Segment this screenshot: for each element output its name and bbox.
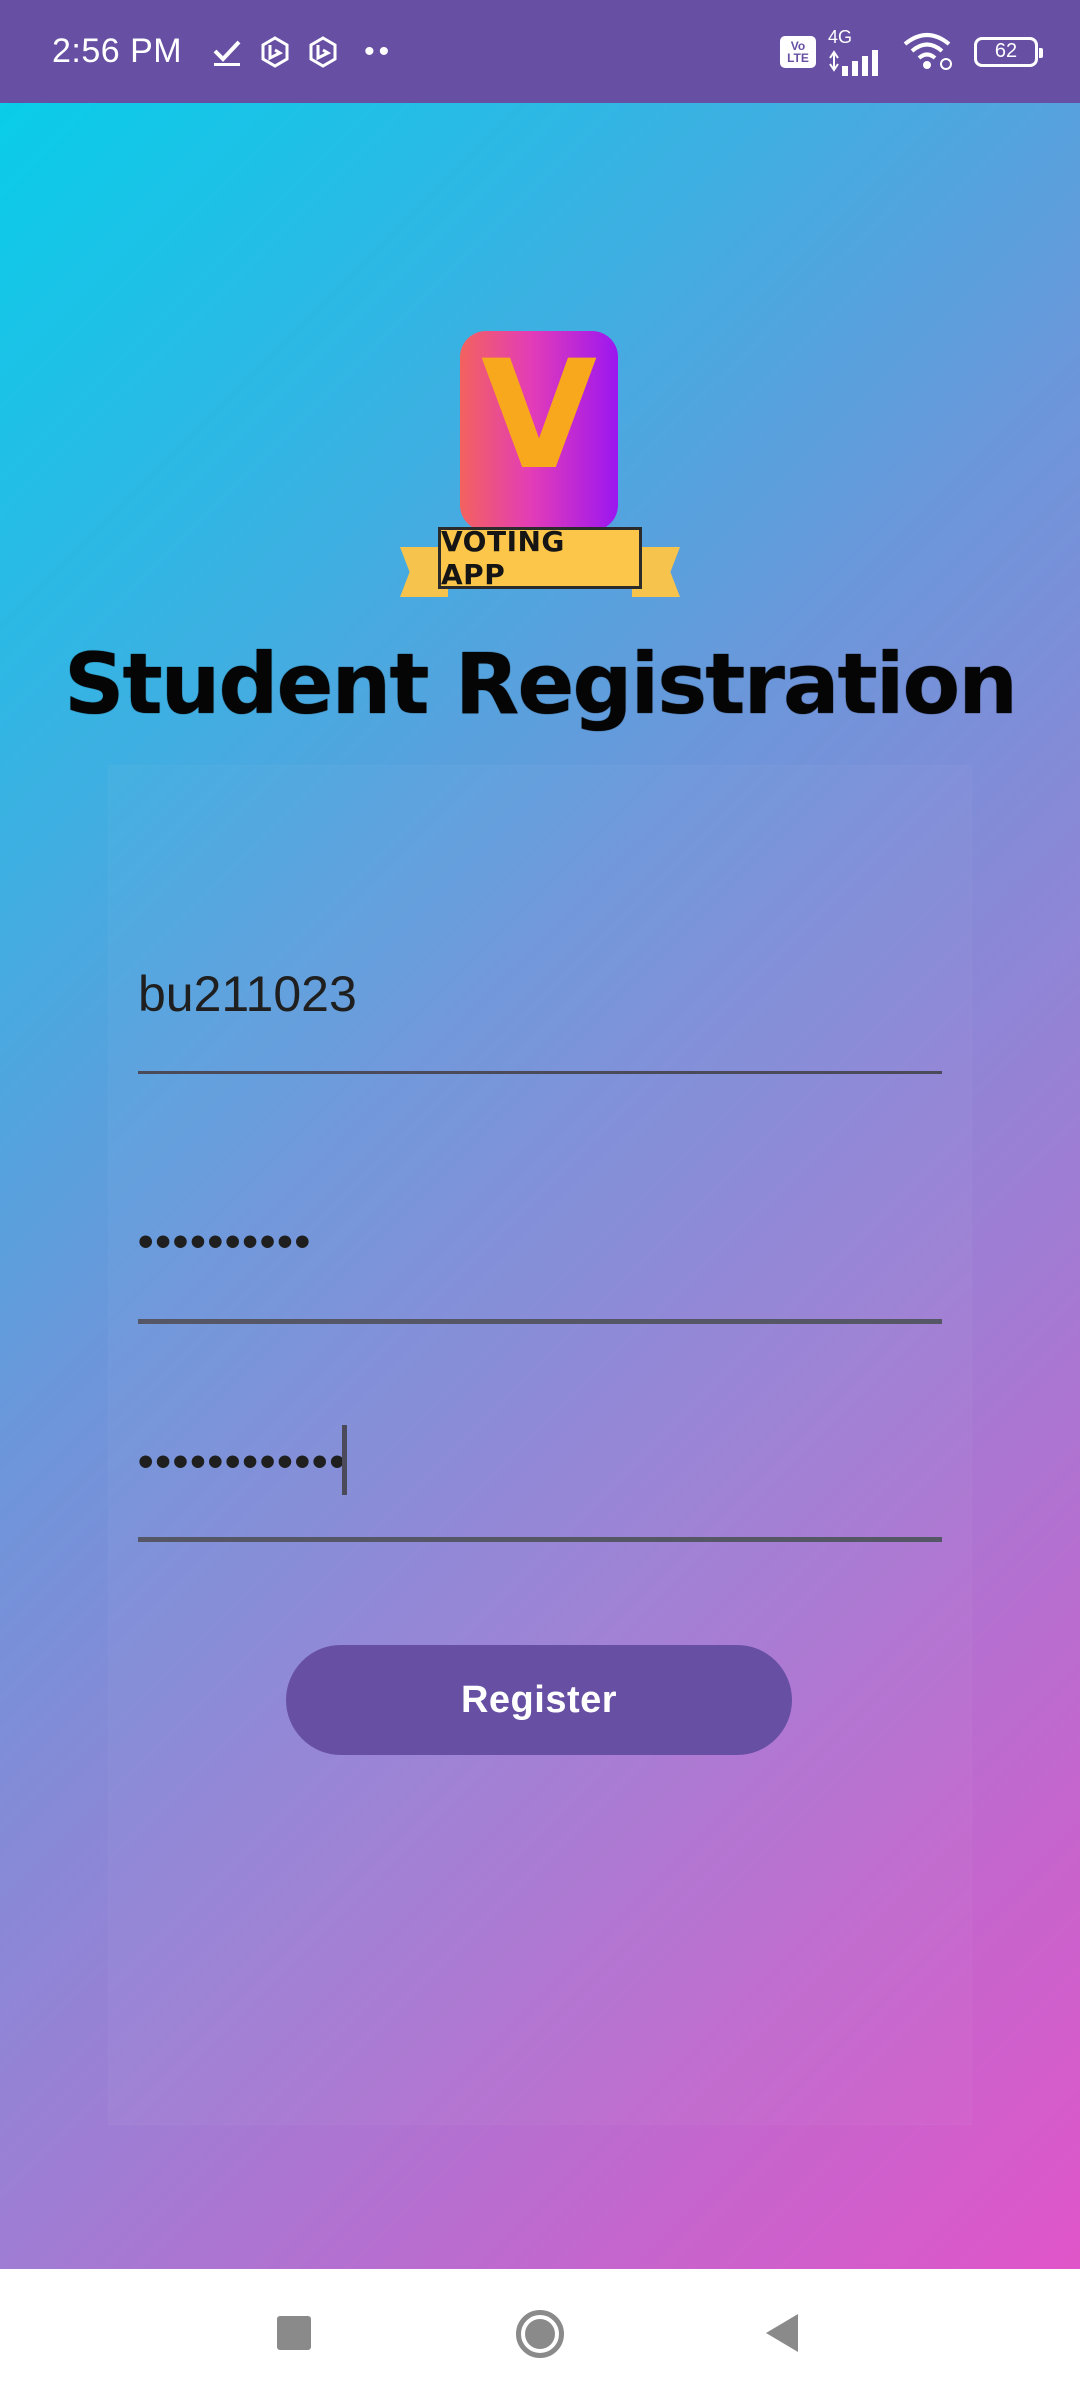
bing-icon [260, 35, 290, 68]
volte-bottom-label: LTE [787, 50, 809, 65]
voting-app-logo: V VOTING APP [400, 331, 680, 607]
recents-button[interactable] [276, 2315, 312, 2351]
student-id-field[interactable]: bu211023 [138, 965, 942, 1075]
student-id-input[interactable]: bu211023 [138, 965, 357, 1023]
page-title: Student Registration [63, 635, 1018, 733]
recents-icon [277, 2316, 311, 2350]
registration-form: bu211023 •••••••••• •••••••••••• Registe… [108, 765, 972, 2125]
check-icon [212, 37, 242, 67]
battery-level: 62 [974, 36, 1043, 67]
back-icon [766, 2314, 798, 2352]
password-input[interactable]: •••••••••• [138, 1217, 312, 1267]
status-bar-right: Vo LTE 4G 62 [780, 28, 1043, 76]
back-button[interactable] [762, 2313, 802, 2353]
logo-banner-text: VOTING APP [438, 525, 642, 591]
network-label: 4G [828, 26, 853, 47]
wifi-icon [902, 32, 956, 72]
status-bar: 2:56 PM •• Vo LTE 4G 62 [0, 0, 1080, 103]
confirm-password-field[interactable]: •••••••••••• [138, 1425, 942, 1545]
signal-4g-icon: 4G [828, 28, 888, 76]
home-icon [516, 2310, 564, 2358]
battery-icon: 62 [974, 36, 1043, 67]
password-underline [138, 1319, 942, 1324]
volte-top-label: Vo [790, 38, 806, 53]
status-time: 2:56 PM [52, 32, 183, 70]
app-background: V VOTING APP Student Registration bu2110… [0, 103, 1080, 2269]
logo-ribbon: VOTING APP [400, 525, 680, 607]
text-cursor [342, 1425, 347, 1495]
navigation-bar [0, 2269, 1080, 2400]
confirm-password-underline [138, 1537, 942, 1542]
home-button[interactable] [515, 2309, 565, 2359]
home-icon-dot [525, 2319, 555, 2349]
logo-letter: V [480, 329, 598, 503]
more-dots-icon: •• [364, 34, 394, 68]
confirm-password-input[interactable]: •••••••••••• [138, 1437, 347, 1487]
bing-icon [308, 35, 338, 68]
volte-icon: Vo LTE [780, 35, 816, 68]
register-button[interactable]: Register [286, 1645, 792, 1755]
student-id-underline [138, 1071, 942, 1074]
password-field[interactable]: •••••••••• [138, 1205, 942, 1325]
status-bar-left: 2:56 PM •• [52, 32, 393, 71]
